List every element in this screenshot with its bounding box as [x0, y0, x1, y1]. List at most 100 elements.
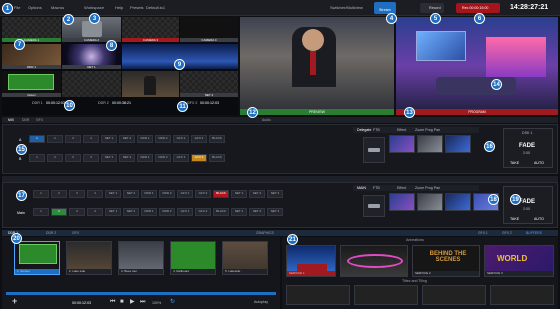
tab-buffers[interactable]: BUFFERS	[526, 230, 542, 236]
me-auto-button[interactable]: AUTO	[534, 217, 544, 221]
transition-thumb-3[interactable]	[445, 135, 471, 153]
me-sub-xp-net2[interactable]: NET 2	[123, 208, 139, 216]
tab-ddr[interactable]: DDR	[22, 117, 29, 123]
anim-behind-scenes[interactable]: BEHIND THE SCENES SERVICE 2	[412, 245, 480, 277]
mv-cell-camera1[interactable]: CAMERA 1	[2, 17, 61, 42]
me-sub-xp-ddr1[interactable]: DDR 1	[141, 208, 157, 216]
loop-icon[interactable]: ↻	[170, 299, 175, 305]
rec-timecode[interactable]: Rec 00:00:15:00	[456, 3, 500, 13]
me-xp-net3[interactable]: NET 3	[267, 190, 283, 198]
tab-gfx[interactable]: GFX	[36, 117, 43, 123]
xp-b-gfx1[interactable]: GFX 1	[173, 154, 189, 162]
xp-b-2[interactable]: 2	[47, 154, 63, 162]
program-monitor[interactable]: PROGRAM	[396, 17, 558, 115]
me-xp-1[interactable]: 1	[33, 190, 49, 198]
xp-a-gfx1[interactable]: GFX 1	[173, 135, 189, 143]
tab-mix[interactable]: MIX	[8, 117, 14, 123]
transition-thumb-2[interactable]	[417, 135, 443, 153]
xp-a-ddr2[interactable]: DDR 2	[155, 135, 171, 143]
me-take-button[interactable]: TAKE	[510, 217, 519, 221]
auto-button[interactable]: AUTO	[534, 161, 544, 165]
xp-a-3[interactable]: 3	[65, 135, 81, 143]
menu-help[interactable]: Help	[115, 5, 123, 10]
me-xp-3[interactable]: 3	[69, 190, 85, 198]
xp-b-3[interactable]: 3	[65, 154, 81, 162]
xp-a-net1[interactable]: NET 1	[101, 135, 117, 143]
me-xp-ddr1[interactable]: DDR 1	[141, 190, 157, 198]
anim-world[interactable]: WORLD SERVICE 3	[484, 245, 554, 277]
xp-a-net2[interactable]: NET 2	[119, 135, 135, 143]
anim-red-carpet[interactable]: SERVICE 1	[286, 245, 336, 277]
media-clip-5[interactable]: 5. Lakeside	[222, 241, 268, 275]
autoplay-label[interactable]: Autoplay	[254, 300, 268, 304]
mv-cell-green[interactable]: Green	[2, 71, 61, 97]
tab-ftb[interactable]: FTB	[373, 128, 380, 132]
anim-slot-2[interactable]	[340, 245, 408, 277]
me-sub-xp-3[interactable]: 3	[69, 208, 85, 216]
skip-forward-icon[interactable]: ⏭	[140, 299, 145, 305]
me-sub-xp-gfx2[interactable]: GFX 2	[195, 208, 211, 216]
xp-b-gfx2[interactable]: GFX 2	[191, 154, 207, 162]
title-slot-1[interactable]	[286, 285, 350, 305]
t-bar[interactable]	[363, 137, 385, 163]
ddr-scrub-bar[interactable]	[6, 292, 276, 295]
add-media-icon[interactable]: +	[12, 296, 17, 306]
tab-gfx2-media[interactable]: GFX 2	[502, 230, 512, 236]
mv-cell-camera3[interactable]: CAMERA 3	[122, 17, 179, 42]
title-slot-4[interactable]	[490, 285, 554, 305]
menu-file[interactable]: File	[14, 5, 20, 10]
play-icon[interactable]: ▶	[130, 299, 135, 305]
title-slot-3[interactable]	[422, 285, 486, 305]
xp-b-1[interactable]: 1	[29, 154, 45, 162]
me-tab-zoom[interactable]: Zoom Prog Pan	[415, 186, 440, 190]
me-thumb-1[interactable]	[389, 193, 415, 211]
mv-cell-host[interactable]	[122, 71, 179, 97]
transition-thumb-1[interactable]	[389, 135, 415, 153]
xp-a-ddr1[interactable]: DDR 1	[137, 135, 153, 143]
mv-cell-ddr1[interactable]: DDR 1	[2, 44, 61, 69]
tab-audio[interactable]: Audio	[262, 117, 271, 123]
title-slot-2[interactable]	[354, 285, 418, 305]
me-sub-xp-black[interactable]: BLACK	[213, 208, 229, 216]
me-tab-effect[interactable]: Effect	[397, 186, 406, 190]
tab-gfx1-media[interactable]: GFX 1	[478, 230, 488, 236]
media-clip-2[interactable]: 2. Lake side	[66, 241, 112, 275]
me-xp-net1[interactable]: NET 1	[105, 190, 121, 198]
stop-icon[interactable]: ■	[120, 299, 124, 305]
xp-b-ddr1[interactable]: DDR 1	[137, 154, 153, 162]
me-xp-2[interactable]: 2	[51, 190, 67, 198]
me-sub-xp-net3[interactable]: NET 3	[267, 208, 283, 216]
me-xp-net2[interactable]: NET 2	[123, 190, 139, 198]
me-sub-xp-1[interactable]: 1	[33, 208, 49, 216]
menu-workspace[interactable]: Workspace	[84, 5, 104, 10]
me-xp-ddr2[interactable]: DDR 2	[159, 190, 175, 198]
me-sub-xp-ddr2[interactable]: DDR 2	[159, 208, 175, 216]
me-sub-xp-4[interactable]: 4	[87, 208, 103, 216]
mv-cell-camera4[interactable]: CAMERA 4	[180, 17, 238, 42]
me-sub-xp-net2b[interactable]: NET 2	[249, 208, 265, 216]
tab-zoom[interactable]: Zoom Prog Pan	[415, 128, 440, 132]
me-thumb-2[interactable]	[417, 193, 443, 211]
mv-cell-net2[interactable]: NET 2	[180, 71, 238, 97]
me-tab-ftb[interactable]: FTB	[373, 186, 380, 190]
me-sub-xp-gfx1[interactable]: GFX 1	[177, 208, 193, 216]
me-xp-net1b[interactable]: NET 1	[231, 190, 247, 198]
media-clip-3[interactable]: 3. Bees tour	[118, 241, 164, 275]
menu-presets[interactable]: Presets	[130, 5, 144, 10]
media-clip-1[interactable]: 1. Sunset	[14, 241, 60, 275]
preview-monitor[interactable]: PREVIEW	[240, 17, 394, 115]
me-xp-net2b[interactable]: NET 2	[249, 190, 265, 198]
xp-a-4[interactable]: 4	[83, 135, 99, 143]
me-tab-main[interactable]: MAIN	[357, 186, 366, 190]
tab-effect[interactable]: Effect	[397, 128, 406, 132]
me-xp-black[interactable]: BLACK	[213, 190, 229, 198]
take-button[interactable]: TAKE	[510, 161, 519, 165]
xp-b-net1[interactable]: NET 1	[101, 154, 117, 162]
me-xp-gfx2[interactable]: GFX 2	[195, 190, 211, 198]
tab-delegate[interactable]: Delegate	[357, 128, 371, 132]
xp-a-2[interactable]: 2	[47, 135, 63, 143]
me-thumb-3[interactable]	[445, 193, 471, 211]
mv-cell-blank[interactable]	[62, 71, 121, 97]
xp-b-ddr2[interactable]: DDR 2	[155, 154, 171, 162]
menu-options[interactable]: Options	[28, 5, 42, 10]
